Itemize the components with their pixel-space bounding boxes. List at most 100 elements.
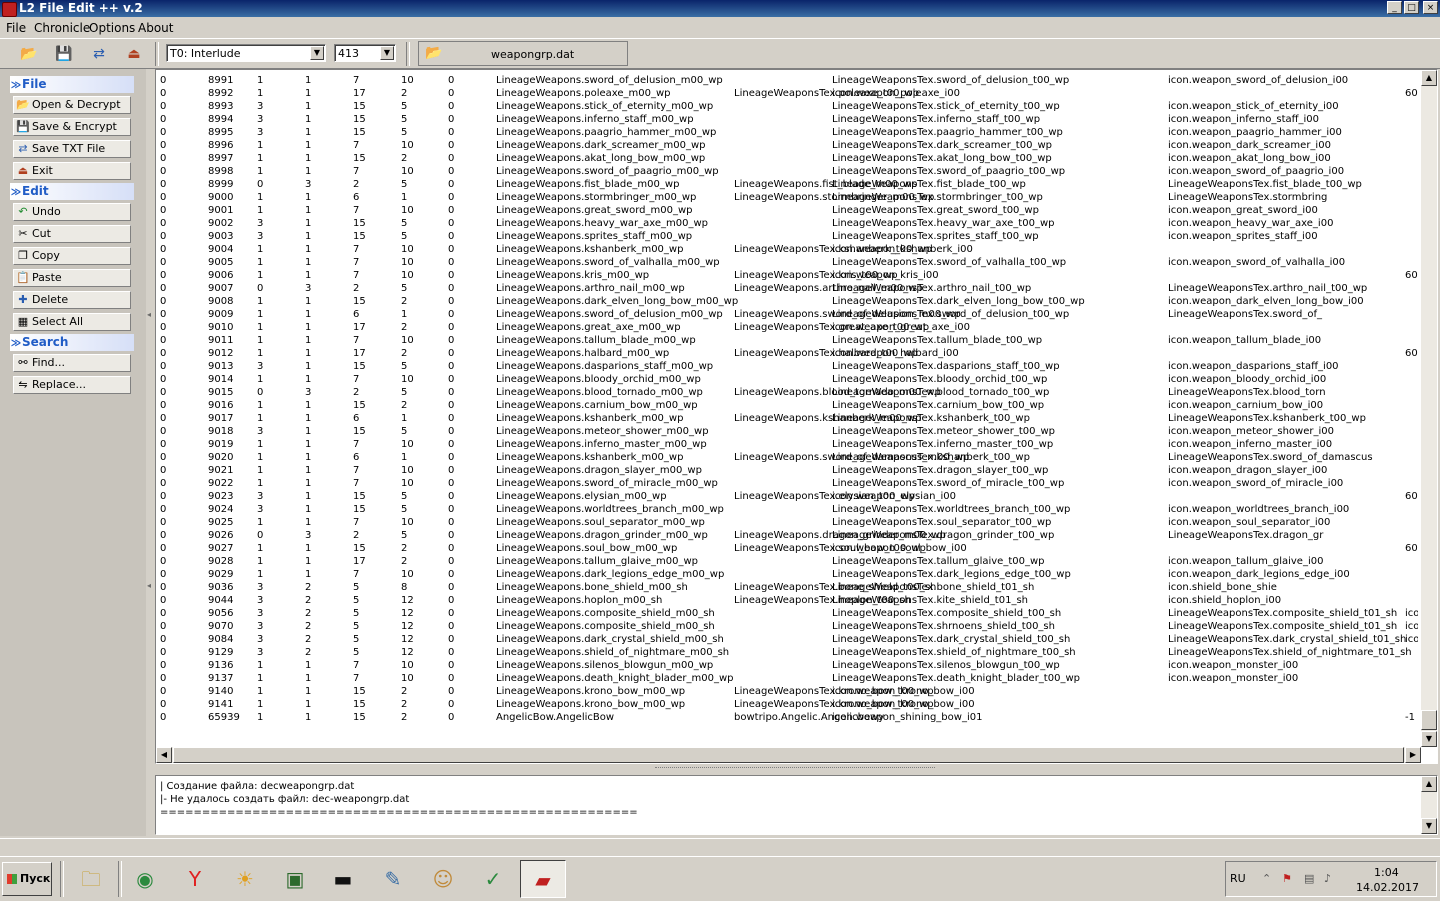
table-row[interactable]: 0 8996 1 1 7 10 0 LineageWeapons.dark_screamer_… bbox=[160, 139, 1418, 152]
table-row[interactable]: 0 9141 1 1 15 2 0 LineageWeapons.krono_bow_m00_… bbox=[160, 698, 1418, 711]
table-row[interactable]: 0 8994 3 1 15 5 0 LineageWeapons.inferno_staff_… bbox=[160, 113, 1418, 126]
select-all-button[interactable]: ▦ Select All bbox=[13, 313, 131, 331]
table-row[interactable]: 0 9004 1 1 7 10 0 LineageWeapons.kshanberk_m00_… bbox=[160, 243, 1418, 256]
chevron-left-icon[interactable]: ◂ bbox=[147, 310, 151, 319]
scroll-down-icon[interactable]: ▼ bbox=[1421, 818, 1437, 834]
table-row[interactable]: 0 9136 1 1 7 10 0 LineageWeapons.silenos_blowgu… bbox=[160, 659, 1418, 672]
language-indicator[interactable]: RU bbox=[1230, 872, 1246, 885]
table-row[interactable]: 0 9017 1 1 6 1 0 LineageWeapons.kshanberk_m00_w… bbox=[160, 412, 1418, 425]
chevron-down-icon[interactable]: ▼ bbox=[310, 46, 324, 60]
table-row[interactable]: 0 8995 3 1 15 5 0 LineageWeapons.paagrio_hammer… bbox=[160, 126, 1418, 139]
table-row[interactable]: 0 9008 1 1 15 2 0 LineageWeapons.dark_elven_lon… bbox=[160, 295, 1418, 308]
scroll-down-icon[interactable]: ▼ bbox=[1421, 731, 1437, 747]
delete-button[interactable]: ✚ Delete bbox=[13, 291, 131, 309]
table-row[interactable]: 0 9009 1 1 6 1 0 LineageWeapons.sword_of_delusi… bbox=[160, 308, 1418, 321]
table-row[interactable]: 0 8997 1 1 15 2 0 LineageWeapons.akat_long_bow_… bbox=[160, 152, 1418, 165]
table-row[interactable]: 0 9021 1 1 7 10 0 LineageWeapons.dragon_slayer_… bbox=[160, 464, 1418, 477]
table-row[interactable]: 0 9022 1 1 7 10 0 LineageWeapons.sword_of_mirac… bbox=[160, 477, 1418, 490]
log-scrollbar[interactable]: ▲ ▼ bbox=[1421, 776, 1437, 834]
table-row[interactable]: 0 9010 1 1 17 2 0 LineageWeapons.great_axe_m00_… bbox=[160, 321, 1418, 334]
l2fileedit-icon[interactable]: ▰ bbox=[520, 860, 566, 898]
game-icon[interactable]: ☺ bbox=[420, 860, 466, 898]
scroll-up-icon[interactable]: ▲ bbox=[1421, 776, 1437, 792]
menu-chronicle[interactable]: Chronicle bbox=[34, 21, 90, 35]
horizontal-scrollbar[interactable]: ◀ ▶ bbox=[156, 747, 1421, 763]
scroll-right-icon[interactable]: ▶ bbox=[1405, 747, 1421, 763]
close-button[interactable]: × bbox=[1423, 1, 1438, 14]
table-row[interactable]: 0 9137 1 1 7 10 0 LineageWeapons.death_knight_b… bbox=[160, 672, 1418, 685]
table-row[interactable]: 0 9005 1 1 7 10 0 LineageWeapons.sword_of_valha… bbox=[160, 256, 1418, 269]
save-txt-icon[interactable]: ⇄ bbox=[88, 43, 110, 65]
explorer-icon[interactable]: 🗀 bbox=[68, 860, 114, 898]
scroll-thumb[interactable] bbox=[1421, 710, 1437, 730]
table-row[interactable]: 0 9001 1 1 7 10 0 LineageWeapons.great_sword_m0… bbox=[160, 204, 1418, 217]
menu-about[interactable]: About bbox=[138, 21, 173, 35]
monitor-icon[interactable]: ▣ bbox=[272, 860, 318, 898]
filezilla-icon[interactable]: ☀ bbox=[222, 860, 268, 898]
table-row[interactable]: 0 9036 3 2 5 8 0 LineageWeapons.bone_shield_m00… bbox=[160, 581, 1418, 594]
find-button[interactable]: ⚯ Find... bbox=[13, 354, 131, 372]
console-icon[interactable]: ▬ bbox=[320, 860, 366, 898]
open-icon[interactable]: 📂 bbox=[18, 43, 40, 65]
table-row[interactable]: 0 9025 1 1 7 10 0 LineageWeapons.soul_separator… bbox=[160, 516, 1418, 529]
start-button[interactable]: Пуск bbox=[2, 862, 52, 896]
table-row[interactable]: 0 9015 0 3 2 5 0 LineageWeapons.blood_tornado_m… bbox=[160, 386, 1418, 399]
table-row[interactable]: 0 9070 3 2 5 12 0 LineageWeapons.composite_shie… bbox=[160, 620, 1418, 633]
table-row[interactable]: 0 8992 1 1 17 2 0 LineageWeapons.poleaxe_m00_wp… bbox=[160, 87, 1418, 100]
table-row[interactable]: 0 9018 3 1 15 5 0 LineageWeapons.meteor_shower_… bbox=[160, 425, 1418, 438]
menu-file[interactable]: File bbox=[6, 21, 26, 35]
protocol-select[interactable]: 413 ▼ bbox=[334, 44, 396, 62]
table-row[interactable]: 0 9016 1 1 15 2 0 LineageWeapons.carnium_bow_m0… bbox=[160, 399, 1418, 412]
table-row[interactable]: 0 9000 1 1 6 1 0 LineageWeapons.stormbringer_m0… bbox=[160, 191, 1418, 204]
table-row[interactable]: 0 65939 1 1 15 2 0 AngelicBow.AngelicBow bowtrip… bbox=[160, 711, 1418, 724]
data-grid[interactable]: 0 8991 1 1 7 10 0 LineageWeapons.sword_of_delus… bbox=[155, 69, 1438, 764]
table-row[interactable]: 0 9002 3 1 15 5 0 LineageWeapons.heavy_war_axe_… bbox=[160, 217, 1418, 230]
table-row[interactable]: 0 9024 3 1 15 5 0 LineageWeapons.worldtrees_bra… bbox=[160, 503, 1418, 516]
table-row[interactable]: 0 9011 1 1 7 10 0 LineageWeapons.tallum_blade_m… bbox=[160, 334, 1418, 347]
paste-button[interactable]: 📋 Paste bbox=[13, 269, 131, 287]
table-row[interactable]: 0 8993 3 1 15 5 0 LineageWeapons.stick_of_etern… bbox=[160, 100, 1418, 113]
table-row[interactable]: 0 9026 0 3 2 5 0 LineageWeapons.dragon_grinder_… bbox=[160, 529, 1418, 542]
scroll-left-icon[interactable]: ◀ bbox=[156, 747, 172, 763]
clock-date[interactable]: 14.02.2017 bbox=[1356, 881, 1419, 894]
copy-button[interactable]: ❐ Copy bbox=[13, 247, 131, 265]
chart-icon[interactable]: ✓ bbox=[470, 860, 516, 898]
sidebar-group-search[interactable]: ≫Search bbox=[10, 334, 134, 351]
table-row[interactable]: 0 9056 3 2 5 12 0 LineageWeapons.composite_shie… bbox=[160, 607, 1418, 620]
sidebar-group-file[interactable]: ≫File bbox=[10, 76, 134, 93]
save-encrypt-button[interactable]: 💾 Save & Encrypt bbox=[13, 118, 131, 136]
yandex-icon[interactable]: Y bbox=[172, 860, 218, 898]
splitter-grip[interactable] bbox=[655, 767, 935, 772]
table-row[interactable]: 0 9007 0 3 2 5 0 LineageWeapons.arthro_nail_m00… bbox=[160, 282, 1418, 295]
notepad-icon[interactable]: ✎ bbox=[370, 860, 416, 898]
chevron-down-icon[interactable]: ▼ bbox=[380, 46, 394, 60]
table-row[interactable]: 0 9140 1 1 15 2 0 LineageWeapons.krono_bow_m00_… bbox=[160, 685, 1418, 698]
clock-time[interactable]: 1:04 bbox=[1374, 866, 1399, 879]
table-row[interactable]: 0 9084 3 2 5 12 0 LineageWeapons.dark_crystal_s… bbox=[160, 633, 1418, 646]
replace-button[interactable]: ⇋ Replace... bbox=[13, 376, 131, 394]
menu-options[interactable]: Options bbox=[89, 21, 135, 35]
table-row[interactable]: 0 8998 1 1 7 10 0 LineageWeapons.sword_of_paagr… bbox=[160, 165, 1418, 178]
table-row[interactable]: 0 9129 3 2 5 12 0 LineageWeapons.shield_of_nigh… bbox=[160, 646, 1418, 659]
sidebar-group-edit[interactable]: ≫Edit bbox=[10, 183, 134, 200]
table-row[interactable]: 0 9044 3 2 5 12 0 LineageWeapons.hoplon_m00_sh L… bbox=[160, 594, 1418, 607]
table-row[interactable]: 0 9006 1 1 7 10 0 LineageWeapons.kris_m00_wp Lin… bbox=[160, 269, 1418, 282]
horizontal-splitter[interactable] bbox=[155, 766, 1438, 774]
table-row[interactable]: 0 8991 1 1 7 10 0 LineageWeapons.sword_of_delus… bbox=[160, 74, 1418, 87]
minimize-button[interactable]: _ bbox=[1387, 1, 1402, 14]
table-row[interactable]: 0 9003 3 1 15 5 0 LineageWeapons.sprites_staff_… bbox=[160, 230, 1418, 243]
table-row[interactable]: 0 9012 1 1 17 2 0 LineageWeapons.halbard_m00_wp… bbox=[160, 347, 1418, 360]
scroll-up-icon[interactable]: ▲ bbox=[1421, 70, 1437, 86]
table-row[interactable]: 0 9020 1 1 6 1 0 LineageWeapons.kshanberk_m00_w… bbox=[160, 451, 1418, 464]
table-row[interactable]: 0 9014 1 1 7 10 0 LineageWeapons.bloody_orchid_… bbox=[160, 373, 1418, 386]
exit-button[interactable]: ⏏ Exit bbox=[13, 162, 131, 180]
vertical-scrollbar[interactable]: ▲ ▼ bbox=[1421, 70, 1437, 747]
open-decrypt-button[interactable]: 📂 Open & Decrypt bbox=[13, 96, 131, 114]
table-row[interactable]: 0 9019 1 1 7 10 0 LineageWeapons.inferno_master… bbox=[160, 438, 1418, 451]
undo-button[interactable]: ↶ Undo bbox=[13, 203, 131, 221]
vertical-splitter[interactable]: ◂ ◂ bbox=[147, 69, 153, 836]
table-row[interactable]: 0 9027 1 1 15 2 0 LineageWeapons.soul_bow_m00_w… bbox=[160, 542, 1418, 555]
action-center-icon[interactable]: ⚑ bbox=[1282, 872, 1292, 885]
volume-icon[interactable]: ♪ bbox=[1324, 872, 1331, 885]
chronicle-select[interactable]: T0: Interlude ▼ bbox=[166, 44, 326, 62]
